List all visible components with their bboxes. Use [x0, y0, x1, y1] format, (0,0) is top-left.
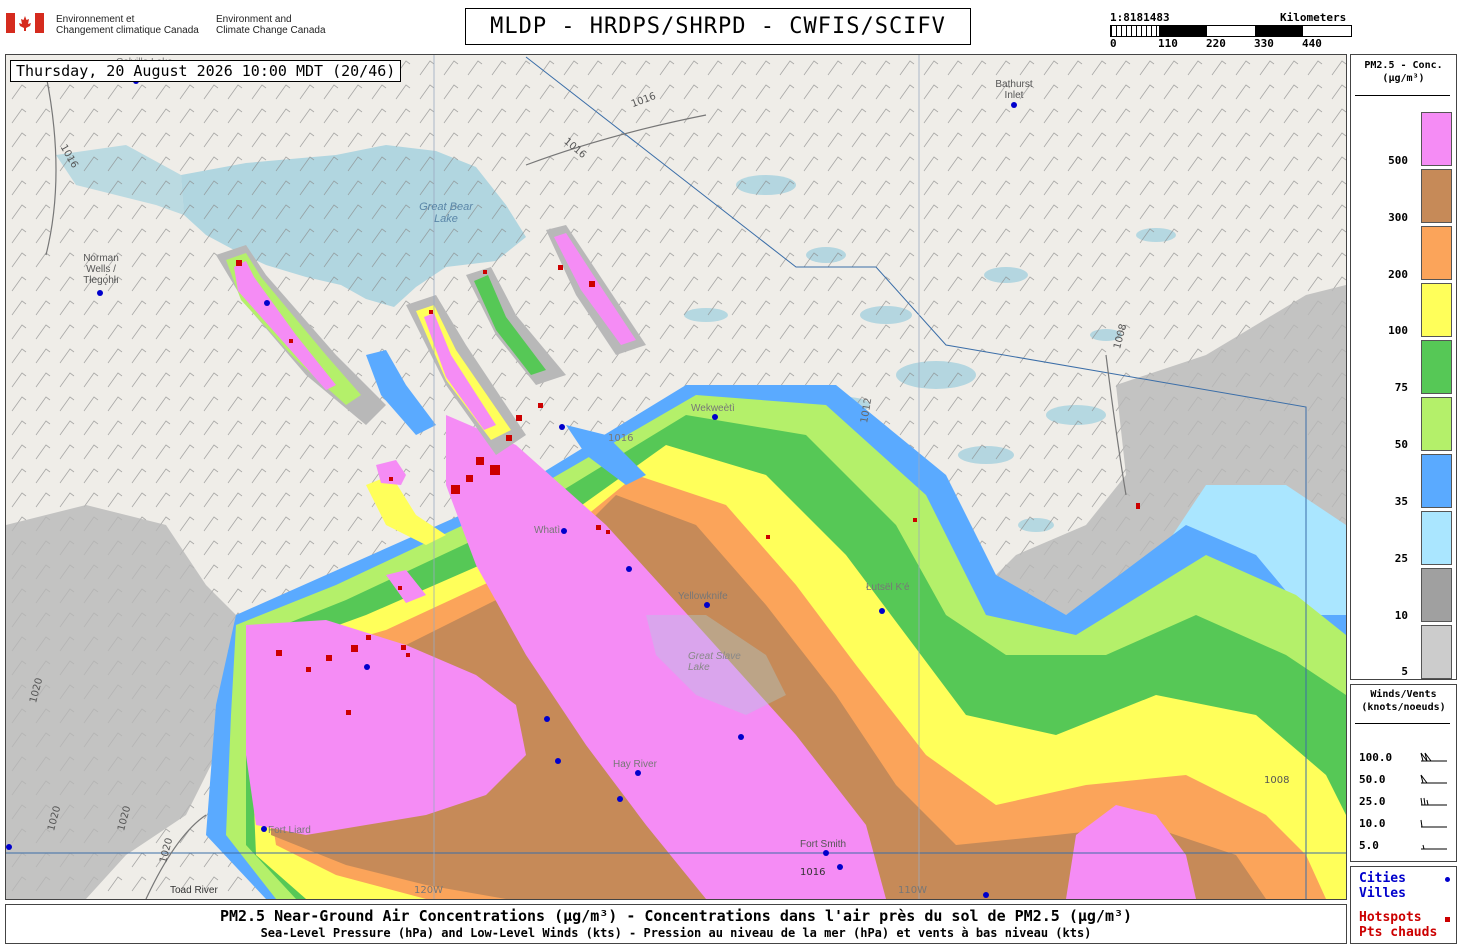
scale-tick: 220	[1206, 37, 1226, 50]
place-label: Wekweètì	[691, 403, 735, 414]
gov-en-line2: Climate Change Canada	[216, 25, 326, 36]
legend-label: 200	[1388, 268, 1408, 281]
map-canvas	[6, 55, 1346, 899]
legend-label: 75	[1394, 381, 1408, 394]
wind-barb-icons	[1420, 752, 1447, 850]
legend-swatch	[1421, 169, 1452, 223]
lake-label: Great Slave Lake	[688, 651, 741, 673]
barb-50-icon	[1420, 774, 1447, 784]
wind-speed-label: 5.0	[1359, 839, 1379, 852]
place-label: Fort Liard	[268, 825, 311, 836]
wind-speed-label: 100.0	[1359, 751, 1393, 764]
isobar-label: 1016	[608, 433, 634, 444]
gov-fr-line2: Changement climatique Canada	[56, 25, 199, 36]
city-dot-icon	[1445, 877, 1450, 882]
wind-title-line1: Winds/Vents	[1370, 689, 1437, 700]
legend-swatch	[1421, 226, 1452, 280]
place-label: Hay River	[613, 759, 657, 770]
legend-label: 5	[1401, 665, 1408, 678]
legend-swatch	[1421, 112, 1452, 166]
scale-tick: 0	[1110, 37, 1117, 50]
canada-flag-icon	[6, 13, 44, 33]
barb-25-icon	[1420, 797, 1447, 806]
legend-label: 100	[1388, 324, 1408, 337]
hotspots-label: Hotspots Pts chauds	[1359, 910, 1437, 940]
isobar-label: 1008	[1264, 775, 1290, 786]
smoke-forecast-map[interactable]: Bathurst Inlet Great Bear Lake Norman We…	[5, 54, 1347, 900]
cities-label-en: Cities	[1359, 871, 1406, 886]
legend-swatch	[1421, 511, 1452, 565]
wind-speed-label: 10.0	[1359, 817, 1386, 830]
barb-10-icon	[1420, 819, 1447, 828]
marker-legend: Cities Villes Hotspots Pts chauds	[1350, 866, 1457, 944]
legend-label: 10	[1394, 609, 1408, 622]
concentration-legend: PM2.5 - Conc. (µg/m³) 500 300 200 100 75…	[1350, 54, 1457, 680]
product-title: MLDP - HRDPS/SHRPD - CWFIS/SCIFV	[465, 8, 971, 45]
legend-swatch	[1421, 454, 1452, 508]
wind-speed-label: 50.0	[1359, 773, 1386, 786]
scale-tick: 110	[1158, 37, 1178, 50]
lake-label: Great Bear Lake	[419, 201, 473, 225]
place-label: Bathurst Inlet	[995, 79, 1033, 101]
scale-bar	[1110, 25, 1352, 37]
legend-swatch	[1421, 340, 1452, 394]
legend-divider	[1355, 95, 1450, 96]
legend-label: 500	[1388, 154, 1408, 167]
scale-tick: 330	[1254, 37, 1274, 50]
place-label: Yellowknife	[678, 591, 728, 602]
hotspots-label-en: Hotspots	[1359, 910, 1422, 925]
gov-en-line1: Environment and	[216, 14, 292, 25]
place-label: Norman Wells / Tłegǫ́hłı	[83, 253, 119, 286]
legend-label: 35	[1394, 495, 1408, 508]
barb-100-icon	[1420, 752, 1447, 762]
gov-fr-line1: Environnement et	[56, 14, 135, 25]
legend-title-line2: (µg/m³)	[1382, 73, 1425, 84]
wind-legend: Winds/Vents (knots/noeuds) 100.0 50.0 25…	[1350, 684, 1457, 862]
legend-label: 50	[1394, 438, 1408, 451]
legend-title-line1: PM2.5 - Conc.	[1364, 60, 1443, 71]
isobar-label: 1016	[800, 867, 826, 878]
cities-label: Cities Villes	[1359, 871, 1406, 901]
scale-unit: Kilometers	[1280, 11, 1347, 24]
wind-title-line2: (knots/noeuds)	[1361, 702, 1446, 713]
longitude-label: 110W	[898, 885, 927, 896]
place-label: Whatì	[534, 525, 561, 536]
forecast-timestamp: Thursday, 20 August 2026 10:00 MDT (20/4…	[10, 60, 402, 82]
gov-name-en: Environment and Climate Change Canada	[216, 14, 326, 36]
legend-swatch	[1421, 625, 1452, 679]
hotspots-label-fr: Pts chauds	[1359, 925, 1438, 940]
legend-label: 25	[1394, 552, 1408, 565]
scale-ratio: 1:8181483	[1110, 11, 1170, 24]
map-caption: PM2.5 Near-Ground Air Concentrations (µg…	[5, 904, 1347, 944]
legend-label: 300	[1388, 211, 1408, 224]
hotspot-square-icon	[1445, 917, 1450, 922]
legend-swatch	[1421, 283, 1452, 337]
longitude-label: 120W	[414, 885, 443, 896]
place-label: Łutsël K'é	[866, 582, 910, 593]
legend-title: PM2.5 - Conc. (µg/m³)	[1351, 55, 1456, 85]
barb-5-icon	[1421, 844, 1447, 850]
gov-name-fr: Environnement et Changement climatique C…	[56, 14, 199, 36]
caption-line1: PM2.5 Near-Ground Air Concentrations (µg…	[219, 907, 1133, 925]
cities-label-fr: Villes	[1359, 886, 1406, 901]
scale-tick: 440	[1302, 37, 1322, 50]
place-label: Fort Smith	[800, 839, 847, 850]
wind-legend-divider	[1355, 723, 1450, 724]
place-label: Toad River	[170, 885, 218, 896]
caption-line2: Sea-Level Pressure (hPa) and Low-Level W…	[260, 926, 1092, 940]
legend-swatch	[1421, 568, 1452, 622]
legend-swatch	[1421, 397, 1452, 451]
wind-legend-title: Winds/Vents (knots/noeuds)	[1351, 685, 1456, 714]
wind-speed-label: 25.0	[1359, 795, 1386, 808]
